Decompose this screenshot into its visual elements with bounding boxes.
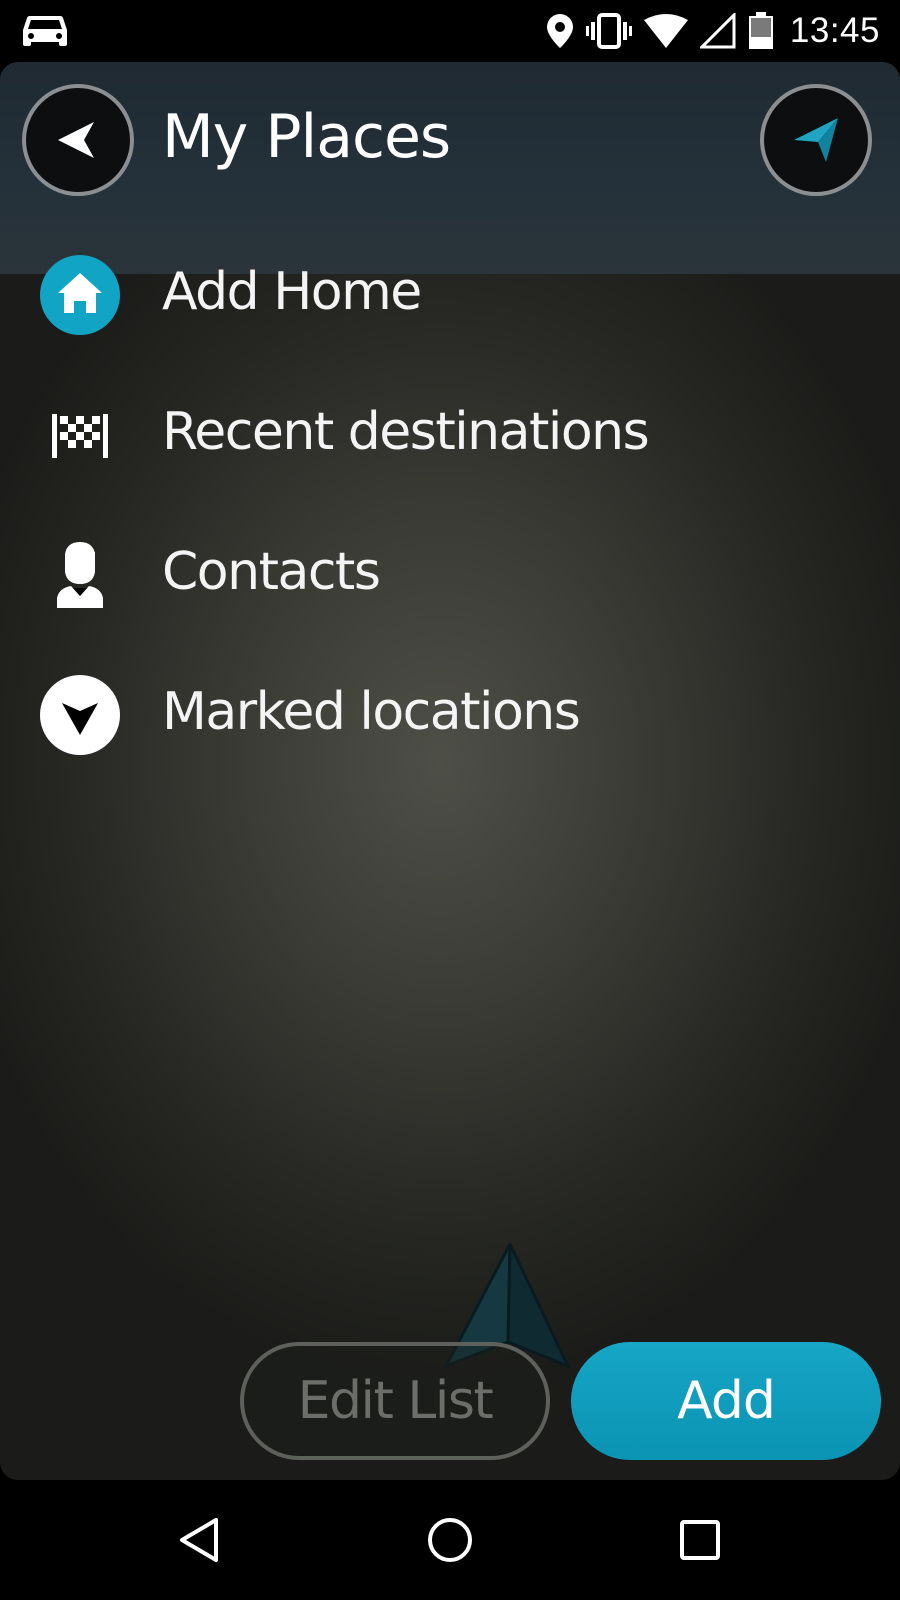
- navigation-arrow-icon: [794, 118, 838, 162]
- back-button[interactable]: [22, 84, 134, 196]
- vibrate-icon: [585, 13, 632, 49]
- cell-signal-icon: [699, 13, 736, 49]
- menu-item-recent-destinations[interactable]: Recent destinations: [0, 380, 900, 490]
- checkered-flag-icon: [52, 414, 108, 458]
- menu-item-contacts[interactable]: Contacts: [0, 520, 900, 630]
- menu-item-label: Contacts: [162, 542, 381, 602]
- home-icon-wrap: [40, 255, 120, 335]
- checkered-flag-icon-wrap: [40, 395, 120, 475]
- menu-item-label: Marked locations: [162, 682, 581, 742]
- system-recents-button[interactable]: [670, 1510, 730, 1570]
- status-time: 13:45: [789, 11, 880, 50]
- system-home-button[interactable]: [420, 1510, 480, 1570]
- back-triangle-icon: [180, 1518, 218, 1562]
- edit-list-button[interactable]: Edit List: [240, 1342, 550, 1460]
- menu-item-add-home[interactable]: Add Home: [0, 240, 900, 350]
- contact-person-icon-wrap: [40, 535, 120, 615]
- contact-person-icon: [57, 542, 103, 608]
- home-circle-icon: [428, 1518, 472, 1562]
- page-title: My Places: [162, 102, 451, 172]
- menu-item-label: Recent destinations: [162, 402, 650, 462]
- my-places-screen: My Places Add Home Recent destinations C…: [0, 62, 900, 1480]
- location-pin-icon: [546, 14, 573, 48]
- menu-item-marked-locations[interactable]: Marked locations: [0, 660, 900, 770]
- navigation-button[interactable]: [760, 84, 872, 196]
- wifi-icon: [643, 14, 688, 48]
- system-back-button[interactable]: [170, 1510, 230, 1570]
- system-nav-bar: [0, 1480, 900, 1600]
- home-icon: [40, 255, 120, 335]
- back-arrow-icon: [58, 122, 94, 158]
- recents-square-icon: [680, 1520, 720, 1560]
- screen: 13:45 My Places Add Home Recent destinat…: [0, 0, 900, 1600]
- marker-arrow-icon-wrap: [40, 675, 120, 755]
- add-button[interactable]: Add: [571, 1342, 881, 1460]
- status-icons: 13:45: [546, 0, 880, 62]
- marker-arrow-icon: [40, 675, 120, 755]
- menu-item-label: Add Home: [162, 262, 422, 322]
- car-icon: [23, 15, 67, 47]
- status-bar: 13:45: [0, 0, 900, 62]
- battery-icon: [748, 12, 773, 49]
